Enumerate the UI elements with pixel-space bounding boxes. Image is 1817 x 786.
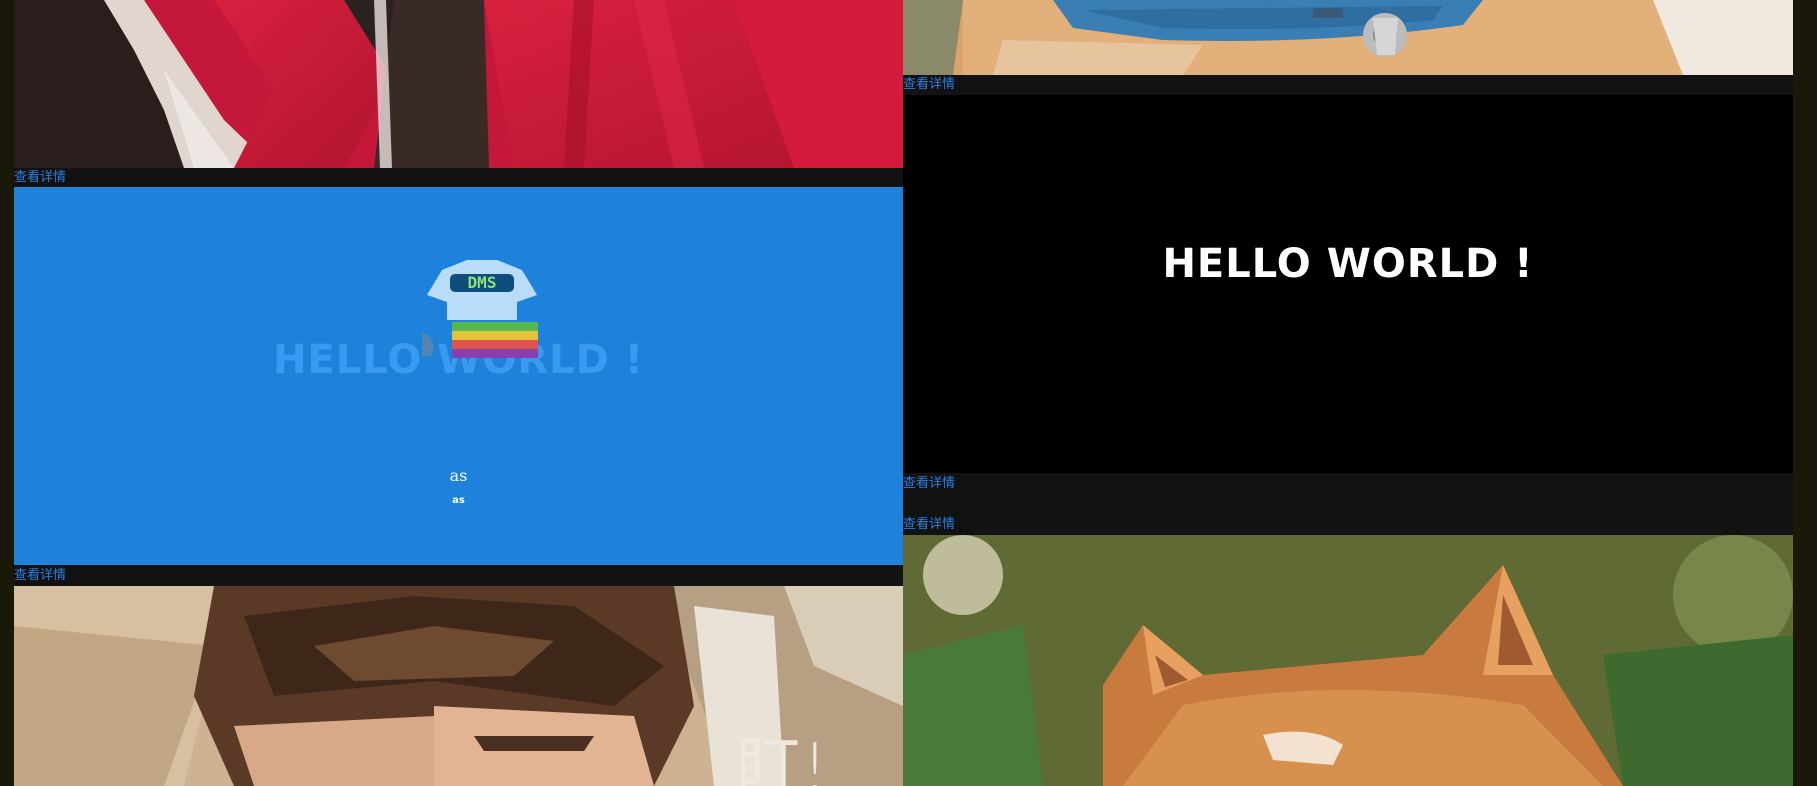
- view-details-link[interactable]: 查看详情: [14, 568, 66, 584]
- view-details-link[interactable]: 查看详情: [903, 77, 955, 93]
- shiba-dog-card[interactable]: [903, 535, 1793, 786]
- blue-card[interactable]: HELLO WORLD ! DMS as as: [14, 187, 903, 565]
- shiba-dog-photo: [903, 535, 1793, 786]
- red-hoodie-image[interactable]: [14, 0, 903, 168]
- card-title: as: [449, 466, 468, 485]
- dms-tshirt-logo: DMS: [422, 260, 538, 358]
- detail-bar-left-blue: 查看详情: [14, 565, 903, 586]
- card-subtitle: as: [452, 495, 465, 506]
- view-details-link-secondary[interactable]: 查看详情: [903, 517, 955, 533]
- overlay-text: 盯!: [736, 731, 830, 786]
- detail-bar-right-top: 查看详情: [903, 75, 1793, 95]
- black-card[interactable]: HELLO WORLD !: [903, 95, 1793, 473]
- left-page-edge: [0, 0, 14, 786]
- view-details-link[interactable]: 查看详情: [14, 170, 66, 186]
- red-hoodie-photo: [14, 0, 903, 168]
- detail-bar-right-black: 查看详情 查看详情: [903, 473, 1793, 535]
- dog-collar-photo: [903, 0, 1793, 75]
- view-details-link[interactable]: 查看详情: [903, 476, 955, 492]
- dms-logo-text: DMS: [468, 273, 497, 292]
- right-page-edge: [1793, 0, 1817, 786]
- hello-world-heading: HELLO WORLD !: [1162, 241, 1534, 287]
- dog-collar-image[interactable]: [903, 0, 1793, 75]
- detail-bar-left-top: 查看详情: [14, 168, 903, 187]
- person-photo-card[interactable]: 盯!: [14, 586, 903, 786]
